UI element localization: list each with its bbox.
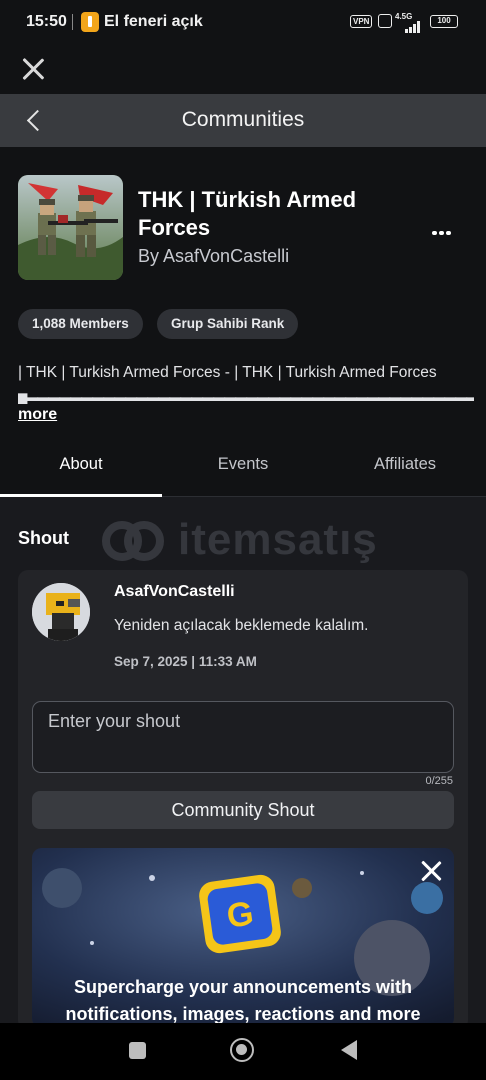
battery-icon: 100 bbox=[430, 15, 458, 28]
tab-events[interactable]: Events bbox=[162, 455, 324, 474]
recent-apps-icon[interactable] bbox=[129, 1042, 146, 1059]
description-line-1: | THK | Turkish Armed Forces - | THK | T… bbox=[18, 364, 437, 381]
status-bar: 15:50 El feneri açık VPN 4.5G 100 bbox=[0, 0, 486, 44]
community-owner[interactable]: By AsafVonCastelli bbox=[138, 246, 289, 267]
top-bar: Communities bbox=[0, 94, 486, 147]
character-counter: 0/255 bbox=[425, 775, 453, 787]
tab-affiliates[interactable]: Affiliates bbox=[324, 455, 486, 474]
promo-logo-icon: G bbox=[199, 874, 281, 954]
back-icon[interactable] bbox=[341, 1040, 357, 1060]
close-promo-icon[interactable] bbox=[420, 860, 442, 882]
watermark-logo-icon bbox=[102, 521, 164, 561]
more-link[interactable]: more bbox=[18, 406, 57, 424]
shout-author[interactable]: AsafVonCastelli bbox=[114, 583, 235, 601]
shout-date: Sep 7, 2025 | 11:33 AM bbox=[114, 654, 257, 669]
status-time: 15:50 bbox=[26, 13, 67, 30]
shout-input-placeholder: Enter your shout bbox=[48, 711, 181, 731]
community-shout-button[interactable]: Community Shout bbox=[32, 791, 454, 829]
promo-text: Supercharge your announcements with noti… bbox=[65, 977, 421, 1024]
shout-message: Yeniden açılacak beklemede kalalım. bbox=[114, 617, 369, 634]
more-options-icon[interactable] bbox=[432, 222, 456, 235]
community-description: | THK | Turkish Armed Forces - | THK | T… bbox=[18, 360, 474, 410]
volte-icon bbox=[378, 14, 392, 28]
status-separator bbox=[72, 14, 73, 30]
community-name: THK | Türkish Armed Forces bbox=[138, 187, 357, 240]
watermark-text: itemsatış bbox=[178, 515, 378, 564]
avatar[interactable] bbox=[32, 583, 90, 641]
svg-text:G: G bbox=[224, 894, 255, 935]
rank-chip[interactable]: Grup Sahibi Rank bbox=[157, 309, 299, 339]
signal-icon bbox=[405, 15, 421, 33]
tab-about[interactable]: About bbox=[0, 455, 162, 474]
home-icon[interactable] bbox=[230, 1038, 254, 1062]
shout-section-title: Shout bbox=[18, 528, 69, 548]
flashlight-label: El feneri açık bbox=[104, 13, 203, 30]
members-chip[interactable]: 1,088 Members bbox=[18, 309, 143, 339]
vpn-icon: VPN bbox=[350, 15, 373, 28]
close-icon[interactable] bbox=[20, 56, 46, 82]
watermark: itemsatış bbox=[102, 515, 392, 567]
flashlight-icon bbox=[81, 12, 99, 32]
page-title: Communities bbox=[181, 108, 305, 131]
community-thumbnail bbox=[18, 175, 123, 280]
description-line-2: ▆▬▬▬▬▬▬▬▬▬▬▬▬▬▬▬▬▬▬▬▬▬▬▬▬▬▬▬▬▬▬▬▬▬▬▬▬▬▬▬… bbox=[18, 390, 474, 404]
